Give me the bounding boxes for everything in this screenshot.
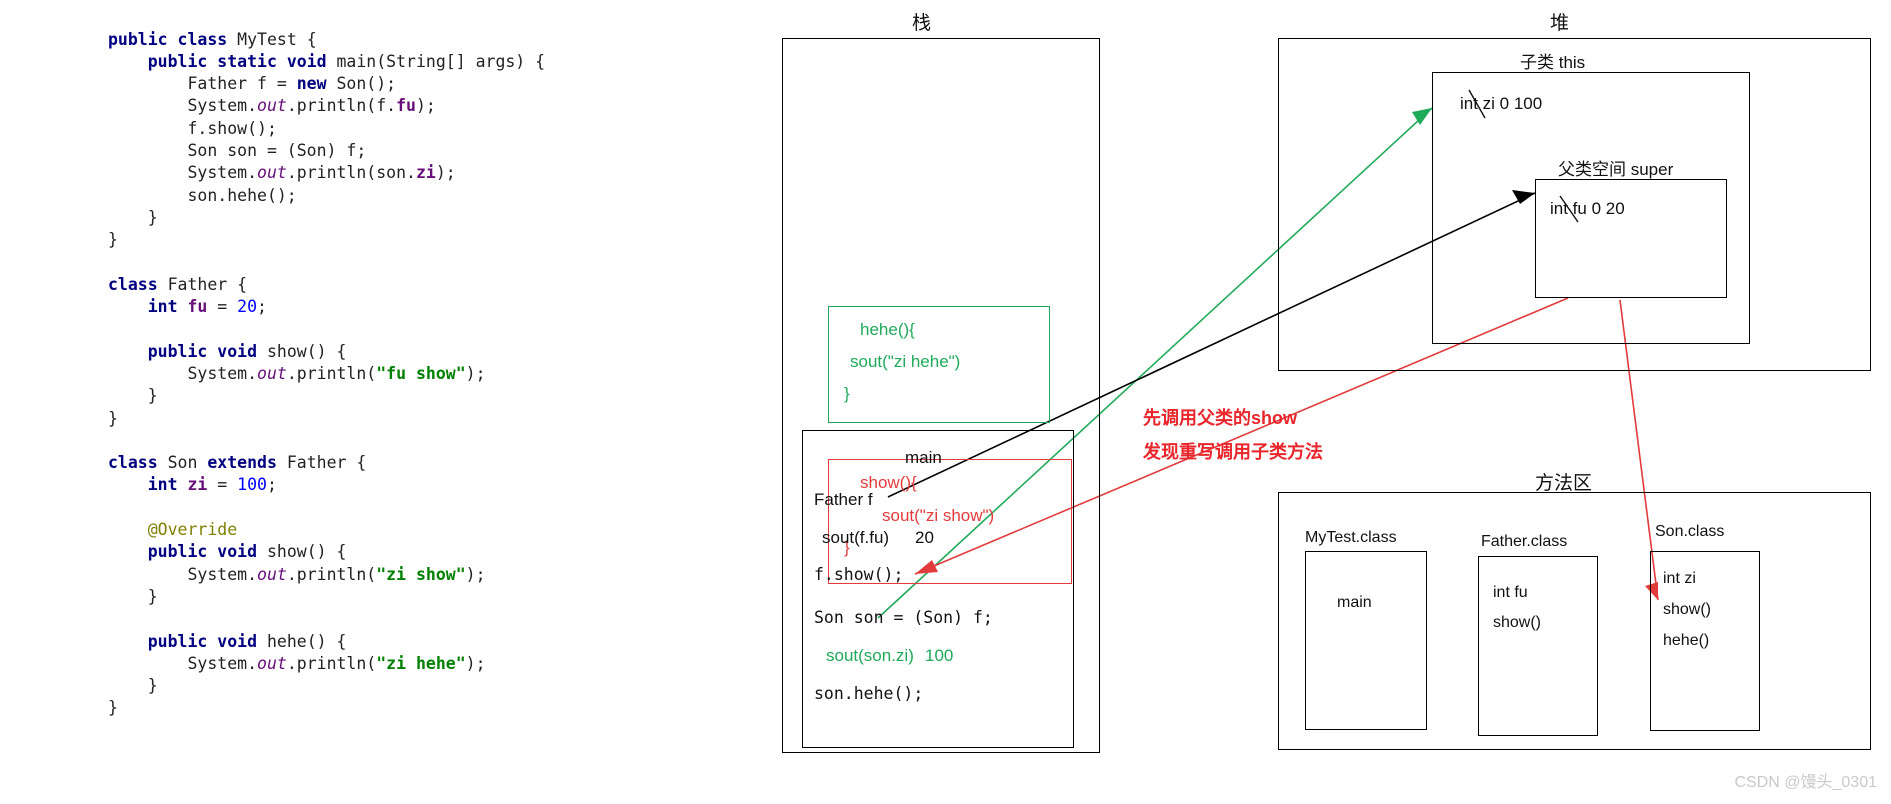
main-frame-sout-zi: sout(son.zi) bbox=[826, 646, 914, 665]
son-member-zi: int zi bbox=[1663, 570, 1696, 587]
mytest-member-main: main bbox=[1337, 594, 1372, 611]
stack-title: 栈 bbox=[912, 13, 932, 34]
main-frame-call-hehe: son.hehe(); bbox=[814, 684, 924, 703]
annotation-line-1: 先调用父类的show bbox=[1143, 408, 1298, 428]
heap-super-title: 父类空间 super bbox=[1558, 160, 1674, 179]
father-member-show: show() bbox=[1493, 614, 1542, 631]
son-member-show: show() bbox=[1663, 601, 1712, 618]
heap-super-space bbox=[1535, 179, 1727, 298]
main-frame-zi-value: 100 bbox=[925, 646, 954, 665]
father-class-title: Father.class bbox=[1481, 533, 1568, 550]
heap-title: 堆 bbox=[1550, 13, 1570, 34]
main-frame-father-ref: Father f bbox=[814, 490, 873, 509]
son-member-hehe: hehe() bbox=[1663, 632, 1710, 649]
hehe-frame-line-2: sout("zi hehe") bbox=[850, 352, 961, 371]
father-class-box bbox=[1478, 556, 1598, 736]
hehe-frame-line-1: hehe(){ bbox=[860, 320, 915, 339]
father-member-fu: int fu bbox=[1493, 584, 1528, 601]
mytest-class-box bbox=[1305, 551, 1427, 730]
watermark: CSDN @馒头_0301 bbox=[1734, 774, 1877, 791]
main-frame-title: main bbox=[905, 448, 942, 467]
heap-super-field-fu: int fu 0 20 bbox=[1550, 199, 1625, 218]
heap-this-field-zi: int zi 0 100 bbox=[1460, 94, 1543, 113]
main-frame-sout-fu: sout(f.fu) bbox=[822, 528, 890, 547]
method-area-title: 方法区 bbox=[1535, 473, 1593, 494]
main-frame-cast-line: Son son = (Son) f; bbox=[814, 608, 993, 627]
jvm-memory-diagram: 栈 hehe(){ sout("zi hehe") } show(){ sout… bbox=[760, 0, 1891, 804]
hehe-frame-line-3: } bbox=[844, 384, 850, 403]
son-class-title: Son.class bbox=[1655, 523, 1725, 540]
main-frame-call-show: f.show(); bbox=[814, 565, 904, 584]
annotation-line-2: 发现重写调用子类方法 bbox=[1143, 442, 1323, 462]
main-frame-fu-value: 20 bbox=[915, 528, 934, 547]
source-code-panel: public class MyTest { public static void… bbox=[0, 0, 760, 804]
mytest-class-title: MyTest.class bbox=[1305, 529, 1397, 546]
heap-this-title: 子类 this bbox=[1520, 53, 1586, 72]
java-source-code: public class MyTest { public static void… bbox=[108, 29, 546, 718]
